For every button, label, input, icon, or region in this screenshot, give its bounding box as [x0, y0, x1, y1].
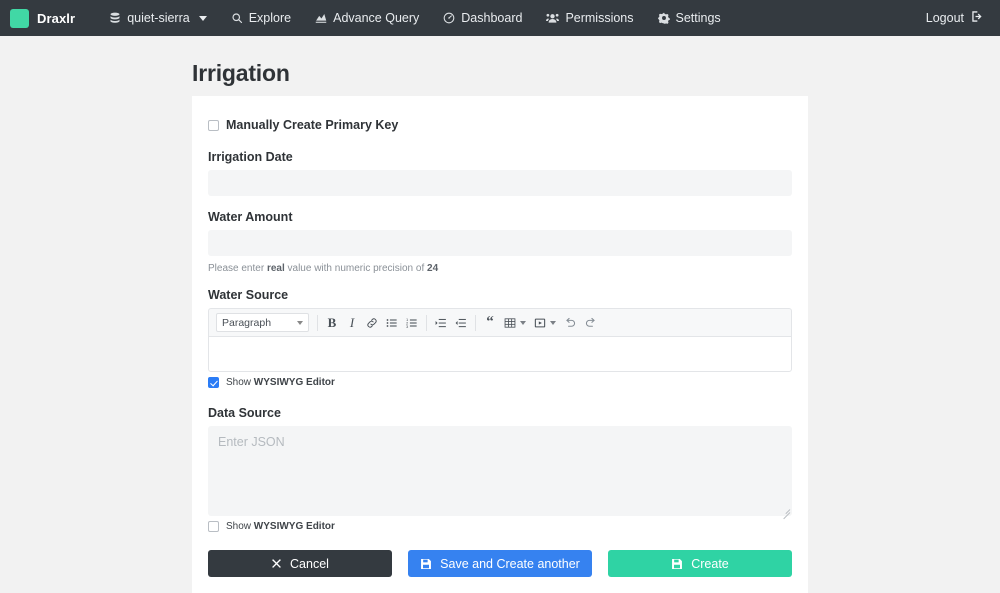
- block-format-value: Paragraph: [222, 316, 272, 329]
- table-icon[interactable]: [500, 313, 520, 333]
- water-source-wysiwyg-row[interactable]: Show WYSIWYG Editor: [208, 372, 792, 392]
- top-navbar: Draxlr quiet-sierra Explore Advance Quer…: [0, 0, 1000, 36]
- form-actions: Cancel Save and Create another Create: [208, 536, 792, 593]
- db-selector[interactable]: quiet-sierra: [97, 5, 219, 31]
- redo-icon[interactable]: [580, 313, 600, 333]
- manual-primary-key-label: Manually Create Primary Key: [226, 118, 399, 132]
- manual-primary-key-row[interactable]: Manually Create Primary Key: [208, 112, 792, 136]
- water-source-editor-content[interactable]: [208, 336, 792, 372]
- draxlr-logo-icon: [10, 8, 29, 28]
- gear-icon: [657, 12, 670, 24]
- data-source-wysiwyg-row[interactable]: Show WYSIWYG Editor: [208, 516, 792, 536]
- water-source-label: Water Source: [208, 288, 289, 302]
- irrigation-date-label: Irrigation Date: [208, 150, 293, 164]
- save-icon: [671, 558, 683, 570]
- wysiwyg-strong-label: WYSIWYG Editor: [253, 377, 335, 388]
- save-and-create-another-button[interactable]: Save and Create another: [408, 550, 592, 577]
- page-body: Irrigation Manually Create Primary Key I…: [0, 36, 1000, 593]
- media-chevron-down-icon[interactable]: [550, 320, 556, 325]
- nav-label-advance-query: Advance Query: [333, 11, 420, 25]
- media-icon[interactable]: [530, 313, 550, 333]
- nav-items: quiet-sierra Explore Advance Query Dashb…: [97, 5, 733, 31]
- indent-icon[interactable]: [431, 313, 451, 333]
- toolbar-divider: [426, 314, 427, 331]
- search-icon: [231, 12, 243, 24]
- water-amount-help-text: Please enter real value with numeric pre…: [208, 263, 792, 274]
- water-source-wysiwyg-checkbox[interactable]: [208, 377, 219, 388]
- water-amount-input[interactable]: [208, 230, 792, 256]
- nav-item-settings[interactable]: Settings: [646, 5, 733, 31]
- nav-label-explore: Explore: [248, 11, 292, 25]
- create-button[interactable]: Create: [608, 550, 792, 577]
- nav-label-permissions: Permissions: [565, 11, 634, 25]
- cancel-label: Cancel: [290, 556, 329, 571]
- record-form-card: Manually Create Primary Key Irrigation D…: [192, 96, 808, 593]
- nav-label-dashboard: Dashboard: [461, 11, 523, 25]
- chevron-down-icon: [297, 320, 303, 325]
- help-prefix: Please enter: [208, 263, 267, 274]
- water-source-wysiwyg-label: Show WYSIWYG Editor: [226, 377, 335, 388]
- brand-name: Draxlr: [37, 10, 76, 26]
- link-icon[interactable]: [362, 313, 382, 333]
- block-format-select[interactable]: Paragraph: [216, 313, 309, 332]
- page-title: Irrigation: [192, 60, 290, 86]
- nav-item-permissions[interactable]: Permissions: [534, 5, 645, 31]
- close-icon: [271, 558, 282, 569]
- svg-text:3: 3: [406, 323, 409, 328]
- data-source-wysiwyg-checkbox[interactable]: [208, 521, 219, 532]
- irrigation-date-input[interactable]: [208, 170, 792, 196]
- outdent-icon[interactable]: [451, 313, 471, 333]
- numbered-list-icon[interactable]: 1 2 3: [402, 313, 422, 333]
- database-icon: [109, 12, 121, 24]
- table-chevron-down-icon[interactable]: [520, 320, 526, 325]
- bold-icon[interactable]: B: [322, 313, 342, 333]
- chart-icon: [315, 12, 327, 24]
- nav-item-advance-query[interactable]: Advance Query: [303, 5, 431, 31]
- wysiwyg-prefix: Show: [226, 377, 254, 388]
- bullet-list-icon[interactable]: [382, 313, 402, 333]
- manual-primary-key-checkbox[interactable]: [208, 119, 219, 131]
- sign-out-icon: [971, 10, 984, 26]
- data-source-label: Data Source: [208, 406, 281, 420]
- brand[interactable]: Draxlr: [10, 8, 76, 28]
- water-source-editor: Paragraph B I 1 2 3 “: [208, 308, 792, 372]
- users-icon: [546, 12, 560, 24]
- logout-label: Logout: [925, 11, 964, 25]
- data-source-wysiwyg-label: Show WYSIWYG Editor: [226, 521, 335, 532]
- toolbar-divider: [475, 314, 476, 331]
- create-label: Create: [691, 556, 729, 571]
- water-amount-label: Water Amount: [208, 210, 293, 224]
- save-icon: [420, 558, 432, 570]
- help-type: real: [266, 263, 285, 274]
- wysiwyg-prefix: Show: [226, 521, 254, 532]
- editor-toolbar: Paragraph B I 1 2 3 “: [208, 308, 792, 336]
- nav-item-explore[interactable]: Explore: [219, 5, 303, 31]
- nav-item-dashboard[interactable]: Dashboard: [431, 5, 534, 31]
- help-precision: 24: [427, 263, 439, 274]
- toolbar-divider: [317, 314, 318, 331]
- gauge-icon: [443, 12, 455, 24]
- chevron-down-icon: [198, 15, 207, 21]
- undo-icon[interactable]: [560, 313, 580, 333]
- cancel-button[interactable]: Cancel: [208, 550, 392, 577]
- db-selector-label: quiet-sierra: [127, 11, 190, 25]
- help-middle: value with numeric precision of: [284, 263, 428, 274]
- save-and-create-another-label: Save and Create another: [440, 556, 580, 571]
- italic-icon[interactable]: I: [342, 313, 362, 333]
- logout-button[interactable]: Logout: [922, 4, 988, 32]
- wysiwyg-strong-label: WYSIWYG Editor: [253, 521, 335, 532]
- nav-label-settings: Settings: [675, 11, 721, 25]
- data-source-textarea[interactable]: [208, 426, 792, 516]
- blockquote-icon[interactable]: “: [480, 313, 500, 333]
- data-source-wrap: [208, 426, 792, 520]
